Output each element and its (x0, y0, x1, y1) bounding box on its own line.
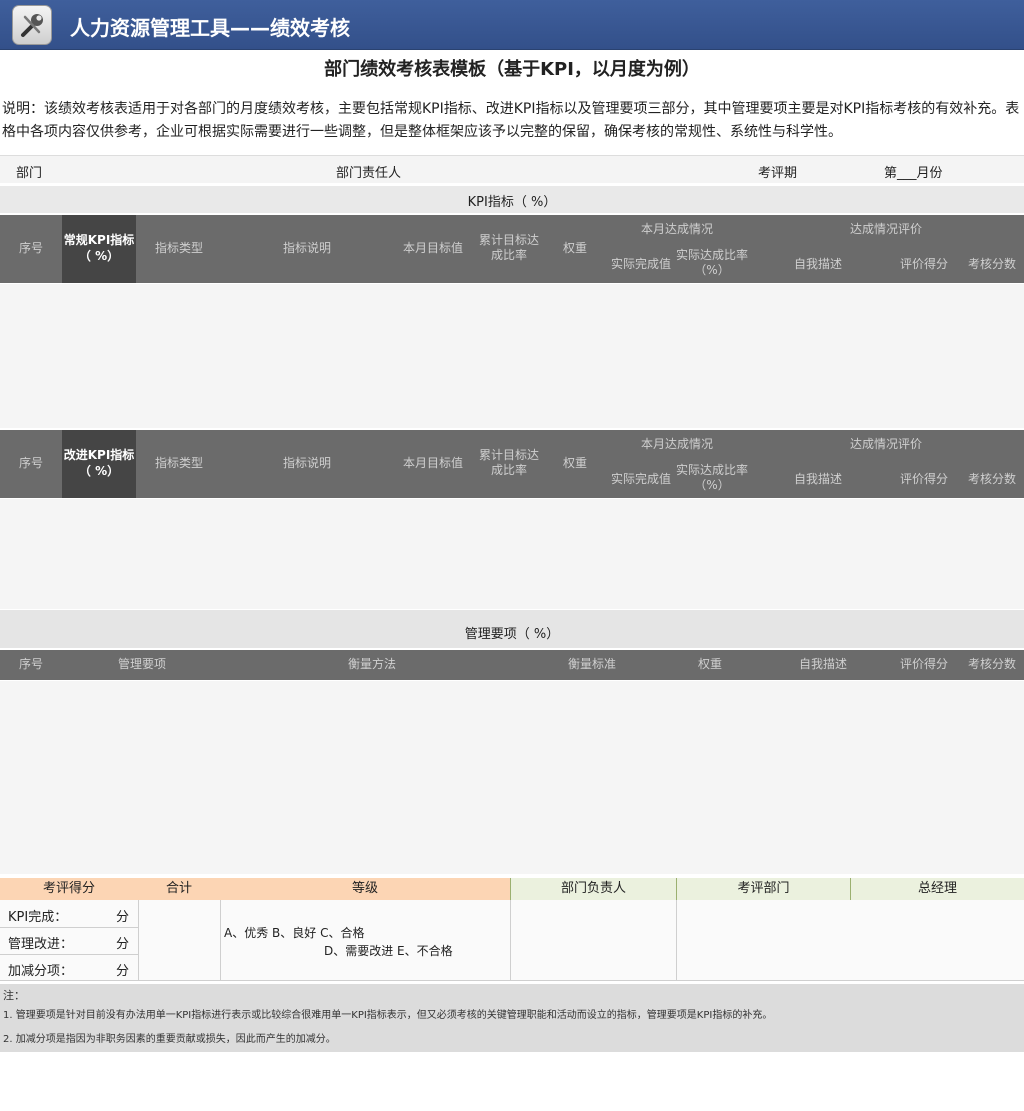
mgmt-table-body (0, 681, 1024, 874)
notes-section: 注： 1. 管理要项是针对目前没有办法用单一KPI指标进行表示或比较综合很难用单… (0, 984, 1024, 1052)
kpi-done-label: KPI完成： (8, 910, 68, 925)
manager-label: 部门责任人 (336, 166, 402, 181)
mgmt-table-header: 序号 管理要项 衡量方法 衡量标准 权重 自我描述 评价得分 考核分数 (0, 650, 1024, 680)
description-text: 说明：该绩效考核表适用于对各部门的月度绩效考核，主要包括常规KPI指标、改进KP… (2, 101, 1020, 140)
col-indicator-type: 指标类型 (154, 241, 203, 255)
tools-icon (12, 5, 52, 45)
col-review-score: 评价得分 (899, 657, 948, 671)
col-regular-kpi: 常规KPI指标（ %） (62, 215, 136, 283)
col-weight: 权重 (562, 456, 587, 470)
grade-head: 等级 (220, 878, 510, 900)
divider (220, 900, 221, 980)
app-title: 人力资源管理工具——绩效考核 (70, 16, 350, 40)
divider (510, 900, 511, 980)
col-weight: 权重 (562, 241, 587, 255)
total-head: 合计 (138, 878, 220, 900)
app-title-bar: 人力资源管理工具——绩效考核 (0, 0, 1024, 50)
mgmt-improve-label: 管理改进： (8, 937, 74, 952)
divider (0, 954, 138, 955)
col-month-actual-group: 本月达成情况 (640, 222, 713, 236)
mgmt-section-header: 管理要项（ %） (0, 610, 1024, 648)
mgmt-section-label: 管理要项（ %） (464, 627, 560, 642)
note-1: 1. 管理要项是针对目前没有办法用单一KPI指标进行表示或比较综合很难用单一KP… (3, 1010, 773, 1021)
footer-body (0, 900, 1024, 980)
month-label: 第___月份 (884, 166, 943, 181)
col-self-desc: 自我描述 (793, 472, 842, 486)
divider (676, 900, 677, 980)
col-month-target: 本月目标值 (402, 456, 463, 470)
kpi-section-label: KPI指标（ %） (467, 195, 557, 210)
col-improve-kpi: 改进KPI指标（ %） (62, 430, 136, 498)
col-weight: 权重 (697, 657, 722, 671)
period-label: 考评期 (758, 166, 798, 181)
kpi-done-unit: 分 (116, 910, 130, 925)
improve-kpi-table-header: 序号 改进KPI指标（ %） 指标类型 指标说明 本月目标值 累计目标达成比率 … (0, 430, 1024, 498)
col-cumulative: 累计目标达成比率 (478, 233, 539, 262)
col-final-score: 考核分数 (967, 657, 1016, 671)
col-self-desc: 自我描述 (798, 657, 847, 671)
col-mgmt-item: 管理要项 (117, 657, 166, 671)
regular-kpi-table-header: 序号 常规KPI指标（ %） 指标类型 指标说明 本月目标值 累计目标达成比率 … (0, 215, 1024, 283)
col-actual-rate: 实际达成比率（%） (676, 248, 749, 277)
reviewer-head: 考评部门 (676, 878, 850, 900)
col-eval-group: 达成情况评价 (849, 222, 922, 236)
grade-line-2: D、需要改进 E、不合格 (324, 944, 453, 958)
col-eval-group: 达成情况评价 (849, 437, 922, 451)
col-indicator-type: 指标类型 (154, 456, 203, 470)
col-review-score: 评价得分 (899, 472, 948, 486)
col-actual-value: 实际完成值 (610, 472, 671, 486)
col-review-score: 评价得分 (899, 257, 948, 271)
col-seq: 序号 (18, 456, 43, 470)
info-row: 部门 部门责任人 考评期 第___月份 (0, 155, 1024, 183)
bonus-label: 加减分项： (8, 964, 74, 979)
col-cumulative: 累计目标达成比率 (478, 448, 539, 477)
score-head: 考评得分 (0, 878, 138, 900)
col-indicator-def: 指标说明 (282, 456, 331, 470)
kpi-section-header: KPI指标（ %） (0, 186, 1024, 213)
divider (0, 927, 138, 928)
col-seq: 序号 (18, 657, 43, 671)
divider (138, 900, 139, 980)
dept-label: 部门 (16, 166, 43, 181)
col-month-target: 本月目标值 (402, 241, 463, 255)
notes-head: 注： (3, 989, 25, 1002)
grade-line-1: A、优秀 B、良好 C、合格 (224, 926, 365, 940)
note-2: 2. 加减分项是指因为非职务因素的重要贡献或损失，因此而产生的加减分。 (3, 1034, 336, 1045)
col-self-desc: 自我描述 (793, 257, 842, 271)
col-method: 衡量方法 (347, 657, 396, 671)
col-final-score: 考核分数 (967, 257, 1016, 271)
improve-kpi-table-body (0, 499, 1024, 609)
col-month-actual-group: 本月达成情况 (640, 437, 713, 451)
col-indicator-def: 指标说明 (282, 241, 331, 255)
regular-kpi-table-body (0, 284, 1024, 428)
divider (0, 980, 1024, 981)
manager-head: 部门负责人 (510, 878, 676, 900)
col-final-score: 考核分数 (967, 472, 1016, 486)
mgmt-improve-unit: 分 (116, 937, 130, 952)
col-actual-value: 实际完成值 (610, 257, 671, 271)
col-standard: 衡量标准 (567, 657, 616, 671)
col-actual-rate: 实际达成比率（%） (676, 463, 749, 492)
document-title: 部门绩效考核表模板（基于KPI，以月度为例） (324, 59, 700, 80)
gm-head: 总经理 (850, 878, 1024, 900)
bonus-unit: 分 (116, 964, 130, 979)
col-seq: 序号 (18, 241, 43, 255)
